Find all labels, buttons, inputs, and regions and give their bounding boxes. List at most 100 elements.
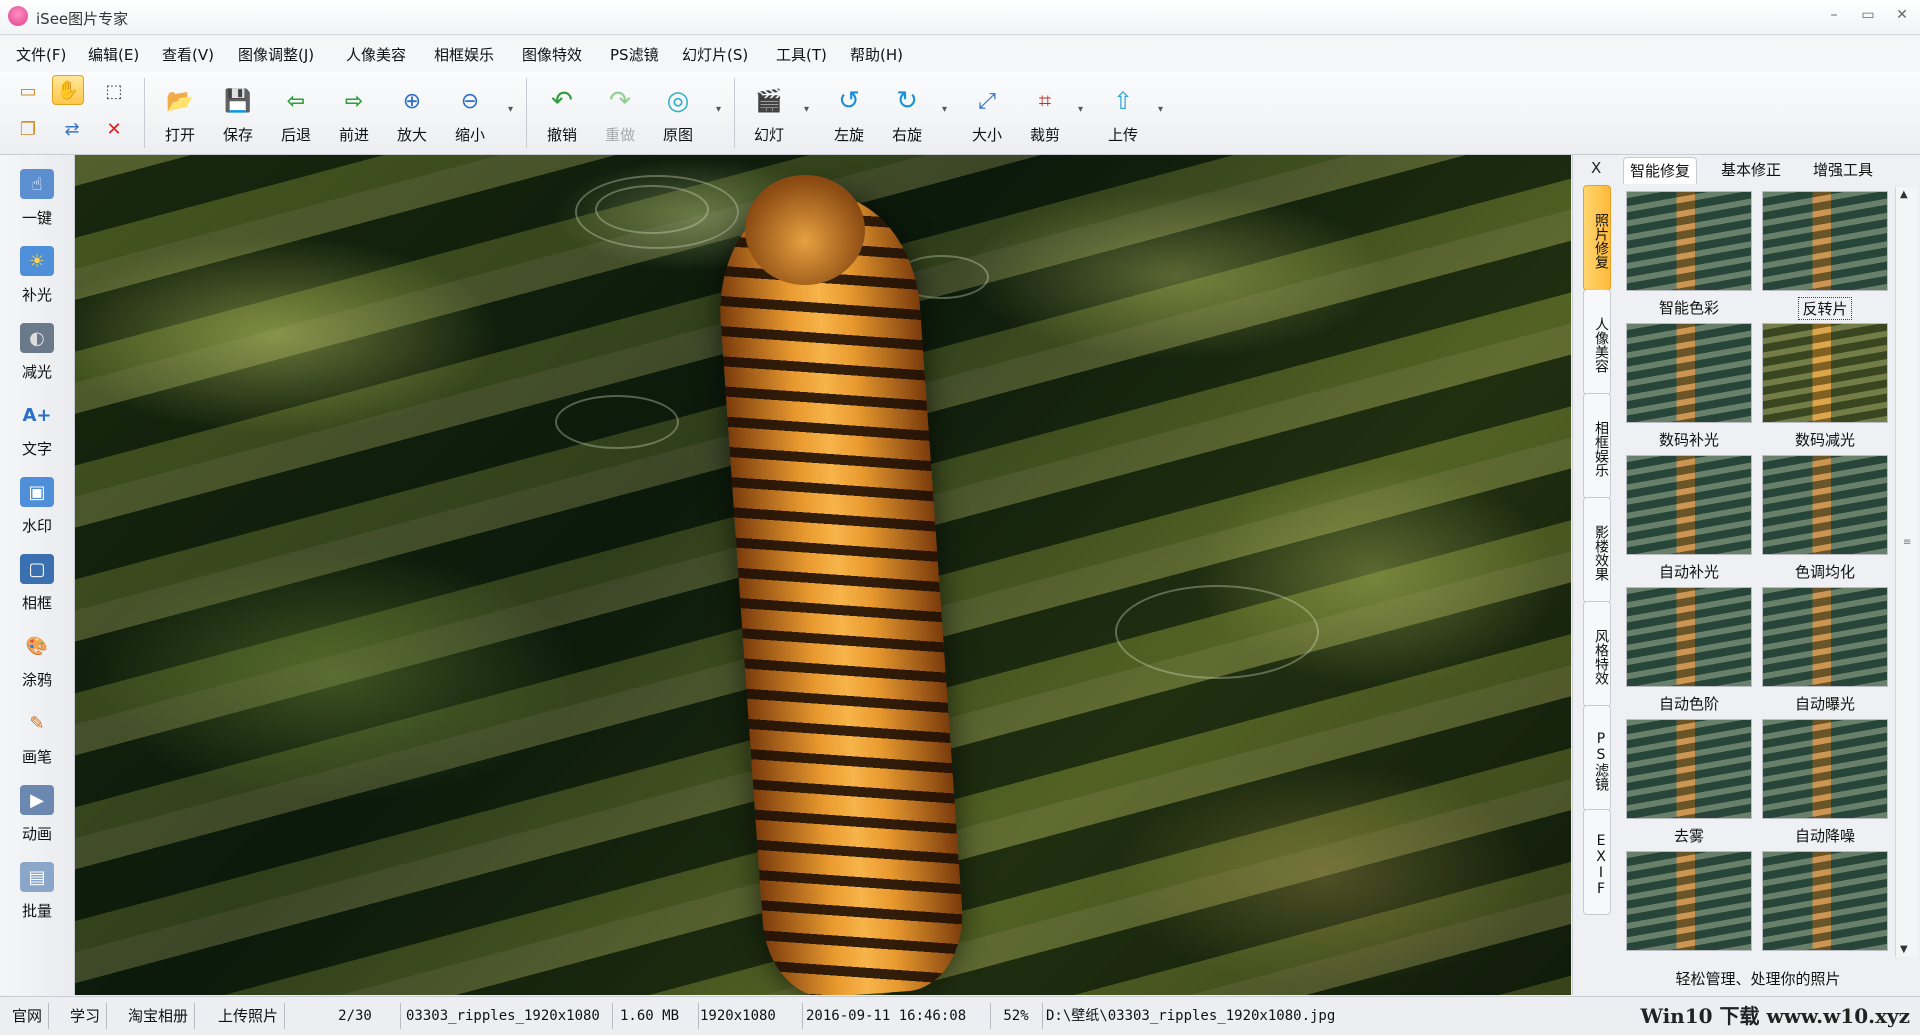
vtab-exif[interactable]: EXIF [1583, 809, 1611, 915]
effect-thumbnail[interactable]: 色调均化 [1761, 455, 1889, 583]
menu-image-adjust[interactable]: 图像调整(J) [238, 44, 314, 65]
effect-thumbnail[interactable]: 去雾 [1625, 719, 1753, 847]
zoom-out-button[interactable]: ⊖ 缩小 [445, 80, 495, 150]
batch-button[interactable]: ▤ 批量 [8, 854, 66, 924]
effect-thumbnail[interactable]: 数码补光 [1625, 323, 1753, 451]
original-button[interactable]: ◎ 原图 [653, 80, 703, 150]
site-watermark: Win10 下载 www.w10.xyz [1640, 1004, 1910, 1028]
image-canvas[interactable] [75, 155, 1571, 995]
close-window-button[interactable]: ✕ [1892, 6, 1912, 24]
animation-button[interactable]: ▶ 动画 [8, 777, 66, 847]
effect-thumbnail-grid: 智能色彩 反转片 数码补光 数码减光 自动补光 色调均化 自动色阶 自动曝光 去… [1623, 187, 1893, 957]
delete-icon[interactable]: ✕ [98, 114, 130, 144]
slideshow-button[interactable]: 🎬 幻灯 [744, 80, 794, 150]
folder-icon[interactable]: ▭ [12, 76, 44, 106]
crop-button[interactable]: ⌗ 裁剪 [1020, 80, 1070, 150]
vtab-frames[interactable]: 相框娱乐 [1583, 393, 1611, 499]
minimize-button[interactable]: – [1824, 6, 1844, 24]
menu-file[interactable]: 文件(F) [16, 44, 66, 65]
watermark-button[interactable]: ▣ 水印 [8, 469, 66, 539]
undo-button[interactable]: ↶ 撤销 [537, 80, 587, 150]
effect-thumbnail[interactable]: 自动降噪 [1761, 719, 1889, 847]
effect-thumbnail[interactable]: 自动补光 [1625, 455, 1753, 583]
redo-button[interactable]: ↷ 重做 [595, 80, 645, 150]
menu-slideshow[interactable]: 幻灯片(S) [682, 44, 748, 65]
open-button[interactable]: 📂 打开 [155, 80, 205, 150]
scroll-down-icon[interactable]: ▼ [1900, 944, 1908, 955]
hand-tool-icon[interactable]: ✋ [52, 75, 84, 105]
effect-thumbnail[interactable]: 智能色彩 [1625, 191, 1753, 319]
thumbnail-image [1626, 587, 1752, 687]
vtab-portrait[interactable]: 人像美容 [1583, 289, 1611, 395]
learn-link[interactable]: 学习 [64, 1003, 108, 1029]
menu-view[interactable]: 查看(V) [162, 44, 214, 65]
rotate-left-button[interactable]: ↺ 左旋 [824, 80, 874, 150]
thumbnail-image [1762, 191, 1888, 291]
tab-basic-fix[interactable]: 基本修正 [1715, 157, 1787, 183]
menu-ps-filter[interactable]: PS滤镜 [610, 44, 659, 65]
reduce-light-button[interactable]: ◐ 减光 [8, 315, 66, 385]
rotate-dropdown-icon[interactable]: ▾ [942, 104, 952, 115]
taobao-album-link[interactable]: 淘宝相册 [122, 1003, 196, 1029]
copy-folder-icon[interactable]: ❐ [12, 114, 44, 144]
vtab-ps-filter[interactable]: PS滤镜 [1583, 705, 1611, 811]
menu-frames[interactable]: 相框娱乐 [434, 44, 494, 65]
tab-enhance[interactable]: 增强工具 [1807, 157, 1879, 183]
one-click-fix-button[interactable]: ☝ 一键 [8, 161, 66, 231]
maximize-button[interactable]: ▭ [1858, 6, 1878, 24]
right-effects-panel: X 照片修复 人像美容 相框娱乐 影楼效果 风格特效 PS滤镜 EXIF 智能修… [1572, 155, 1920, 995]
title-bar: iSee图片专家 – ▭ ✕ [0, 0, 1920, 35]
resize-button[interactable]: ⤢ 大小 [962, 80, 1012, 150]
back-button[interactable]: ⇦ 后退 [271, 80, 321, 150]
menu-help[interactable]: 帮助(H) [850, 44, 903, 65]
doodle-button[interactable]: 🎨 涂鸦 [8, 623, 66, 693]
vtab-studio[interactable]: 影楼效果 [1583, 497, 1611, 603]
upload-dropdown-icon[interactable]: ▾ [1158, 104, 1168, 115]
crop-dropdown-icon[interactable]: ▾ [1078, 104, 1088, 115]
vtab-photo-repair[interactable]: 照片修复 [1583, 185, 1611, 291]
undo-icon: ↶ [551, 86, 573, 116]
fill-light-button[interactable]: ☀ 补光 [8, 238, 66, 308]
animation-icon: ▶ [20, 785, 54, 815]
effect-thumbnail[interactable]: 自动曝光 [1761, 587, 1889, 715]
scroll-up-icon[interactable]: ▲ [1900, 189, 1908, 200]
zoom-in-button[interactable]: ⊕ 放大 [387, 80, 437, 150]
scroll-grip-icon[interactable]: ≡ [1903, 537, 1911, 548]
toolbar-separator [734, 78, 735, 148]
toolbar: ▭ ✋ ⬚ ❐ ⇄ ✕ 📂 打开 💾 保存 ⇦ 后退 ⇨ 前进 ⊕ 放大 ⊖ 缩… [0, 72, 1920, 155]
official-site-link[interactable]: 官网 [6, 1003, 50, 1029]
menu-tools[interactable]: 工具(T) [776, 44, 827, 65]
brush-button[interactable]: ✎ 画笔 [8, 700, 66, 770]
vtab-style[interactable]: 风格特效 [1583, 601, 1611, 707]
zoom-dropdown-icon[interactable]: ▾ [508, 104, 518, 115]
effect-thumbnail[interactable]: 反转片 [1761, 191, 1889, 320]
rotate-right-button[interactable]: ↻ 右旋 [882, 80, 932, 150]
menu-effects[interactable]: 图像特效 [522, 44, 582, 65]
upload-icon: ⇧ [1112, 87, 1134, 115]
thumbnail-image [1762, 587, 1888, 687]
effect-thumbnail[interactable]: 自动色阶 [1625, 587, 1753, 715]
effect-thumbnail[interactable]: 数码减光 [1761, 323, 1889, 451]
effect-thumbnail[interactable] [1625, 851, 1753, 957]
original-dropdown-icon[interactable]: ▾ [716, 104, 726, 115]
water-ripple [1115, 585, 1319, 679]
slideshow-dropdown-icon[interactable]: ▾ [804, 104, 814, 115]
effect-thumbnail[interactable] [1761, 851, 1889, 957]
upload-photo-link[interactable]: 上传照片 [212, 1003, 286, 1029]
menu-edit[interactable]: 编辑(E) [88, 44, 139, 65]
panel-close-button[interactable]: X [1591, 159, 1601, 177]
move-file-icon[interactable]: ⇄ [56, 114, 88, 144]
menu-portrait[interactable]: 人像美容 [346, 44, 406, 65]
forward-button[interactable]: ⇨ 前进 [329, 80, 379, 150]
tab-smart-repair[interactable]: 智能修复 [1623, 157, 1698, 184]
panel-slogan: 轻松管理、处理你的照片 [1675, 970, 1841, 988]
thumbnail-scrollbar[interactable]: ▲ ≡ ▼ [1895, 187, 1918, 957]
select-rect-icon[interactable]: ⬚ [98, 76, 130, 106]
save-button[interactable]: 💾 保存 [213, 80, 263, 150]
original-size-icon: ◎ [666, 86, 690, 116]
text-button[interactable]: A+ 文字 [8, 392, 66, 462]
status-bar: 官网 学习 淘宝相册 上传照片 2/30 03303_ripples_1920x… [0, 996, 1920, 1035]
upload-button[interactable]: ⇧ 上传 [1098, 80, 1148, 150]
frame-button[interactable]: ▢ 相框 [8, 546, 66, 616]
watermark-icon: ▣ [20, 477, 54, 507]
